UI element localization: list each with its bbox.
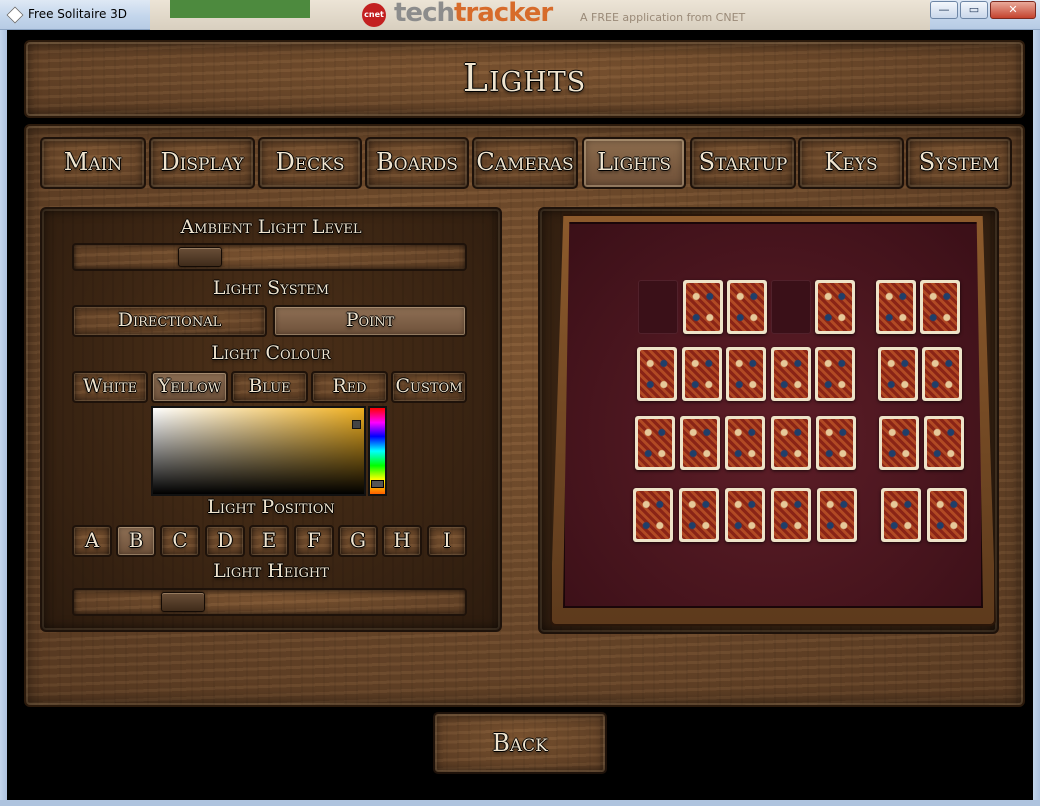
tab-system[interactable]: System (906, 137, 1012, 189)
banner-tagline: A FREE application from CNET (580, 11, 746, 24)
card-back (815, 280, 855, 334)
colour-picker-square[interactable] (151, 406, 366, 496)
page-title: Lights (462, 56, 587, 100)
light-colour-label: Light Colour (211, 342, 331, 364)
card-back (725, 416, 765, 470)
colour-picker-cursor[interactable] (352, 420, 361, 429)
light-system-label: Light System (212, 277, 330, 299)
window-controls: — ▭ ✕ (930, 1, 1036, 19)
maximize-button[interactable]: ▭ (960, 1, 988, 19)
blue-colour-button[interactable]: Blue (231, 371, 308, 403)
card-back (727, 280, 767, 334)
directional-button[interactable]: Directional (72, 305, 267, 337)
position-h-button[interactable]: H (382, 525, 422, 557)
card-back (816, 416, 856, 470)
tab-main[interactable]: Main (40, 137, 146, 189)
tab-startup[interactable]: Startup (690, 137, 796, 189)
position-g-button[interactable]: G (338, 525, 378, 557)
window-frame-bottom (0, 800, 1040, 806)
ambient-light-slider-handle[interactable] (178, 247, 223, 267)
brand-suffix: tracker (453, 0, 553, 28)
card-back (920, 280, 960, 334)
window-titlebar: Free Solitaire 3D cnet techtracker A FRE… (0, 0, 1040, 30)
card-back (771, 488, 811, 542)
position-c-button[interactable]: C (160, 525, 200, 557)
point-button[interactable]: Point (273, 305, 467, 337)
card-back (682, 347, 722, 401)
light-height-slider[interactable] (72, 588, 467, 616)
custom-colour-button[interactable]: Custom (391, 371, 467, 403)
banner-green-block (170, 0, 310, 18)
card-back (725, 488, 765, 542)
light-height-label: Light Height (213, 560, 329, 582)
card-back (633, 488, 673, 542)
position-e-button[interactable]: E (249, 525, 289, 557)
tab-cameras[interactable]: Cameras (472, 137, 578, 189)
cnet-badge: cnet (362, 3, 386, 27)
brand-prefix: tech (394, 0, 455, 28)
ambient-light-slider[interactable] (72, 243, 467, 271)
minimize-button[interactable]: — (930, 1, 958, 19)
position-a-button[interactable]: A (72, 525, 112, 557)
position-d-button[interactable]: D (205, 525, 245, 557)
card-back (881, 488, 921, 542)
card-back (771, 416, 811, 470)
header-plank: Lights (24, 40, 1025, 118)
tab-keys[interactable]: Keys (798, 137, 904, 189)
card-back (771, 347, 811, 401)
card-back (726, 347, 766, 401)
card-back (879, 416, 919, 470)
red-colour-button[interactable]: Red (311, 371, 388, 403)
back-button[interactable]: Back (433, 712, 607, 774)
window-title: Free Solitaire 3D (28, 7, 128, 21)
yellow-colour-button[interactable]: Yellow (151, 371, 228, 403)
ad-banner[interactable]: cnet techtracker A FREE application from… (150, 0, 930, 30)
card-back (817, 488, 857, 542)
position-f-button[interactable]: F (294, 525, 334, 557)
window-frame-right (1033, 30, 1040, 806)
hue-slider[interactable] (368, 406, 387, 496)
empty-card-slot (771, 280, 811, 334)
empty-card-slot (638, 280, 678, 334)
position-i-button[interactable]: I (427, 525, 467, 557)
card-back (683, 280, 723, 334)
tab-boards[interactable]: Boards (365, 137, 469, 189)
card-back (679, 488, 719, 542)
window-frame-left (0, 30, 7, 806)
card-back (924, 416, 964, 470)
light-height-slider-handle[interactable] (160, 592, 205, 612)
hue-slider-thumb[interactable] (371, 480, 384, 488)
card-back (927, 488, 967, 542)
white-colour-button[interactable]: White (72, 371, 148, 403)
app-icon (6, 6, 24, 24)
position-b-button[interactable]: B (116, 525, 156, 557)
card-back (922, 347, 962, 401)
card-back (637, 347, 677, 401)
light-position-label: Light Position (207, 496, 335, 518)
card-back (876, 280, 916, 334)
card-back (680, 416, 720, 470)
tab-lights[interactable]: Lights (582, 137, 686, 189)
tab-decks[interactable]: Decks (258, 137, 362, 189)
tab-bar: Main Display Decks Boards Cameras Lights… (40, 137, 1012, 189)
card-back (815, 347, 855, 401)
tab-display[interactable]: Display (149, 137, 255, 189)
close-button[interactable]: ✕ (990, 1, 1036, 19)
card-back (878, 347, 918, 401)
ambient-light-label: Ambient Light Level (180, 216, 362, 238)
card-back (635, 416, 675, 470)
banner-brand: techtracker (394, 0, 553, 28)
